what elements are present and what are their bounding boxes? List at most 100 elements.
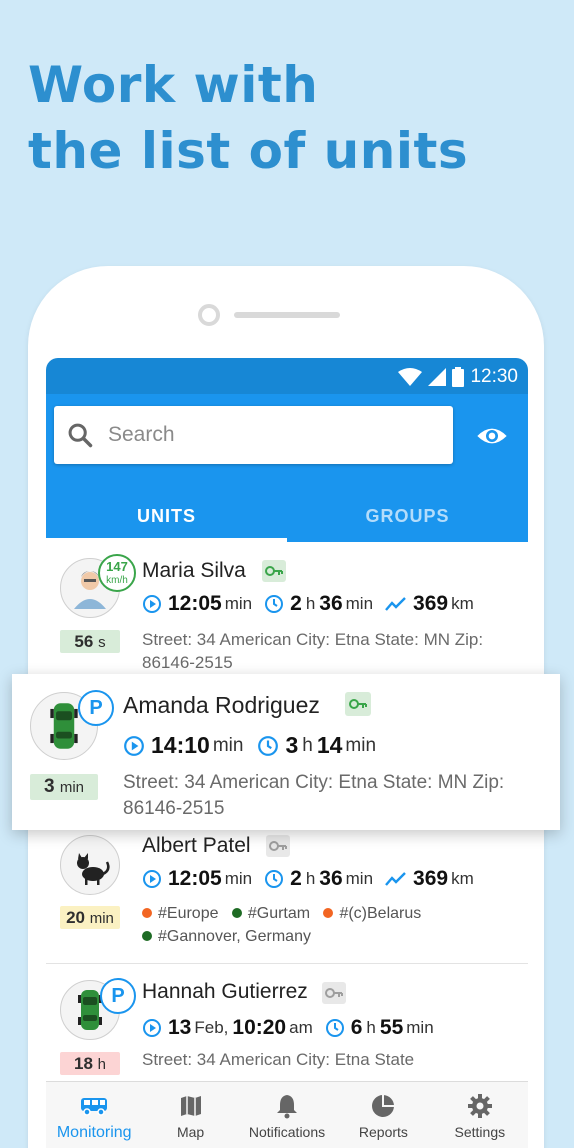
- time-chip-value: 20: [66, 908, 85, 927]
- wifi-icon: [398, 368, 423, 386]
- trend-icon: [385, 597, 406, 611]
- pie-chart-icon: [372, 1095, 395, 1117]
- nav-label: Monitoring: [56, 1124, 132, 1141]
- last-message-time: 14:10: [151, 732, 210, 758]
- unit-metrics: 12:05 min 2 h 36 min 369 km: [142, 867, 474, 891]
- clock-icon: [258, 735, 279, 756]
- tag: #(c)Belarus: [323, 905, 421, 922]
- nav-label: Settings: [454, 1124, 506, 1140]
- tag-label: #Gannover, Germany: [158, 928, 311, 945]
- search-placeholder: Search: [108, 423, 175, 446]
- speed-unit: km/h: [106, 575, 128, 586]
- key-icon: [345, 692, 371, 716]
- address-line-1: Street: 34 American City: Etna State: MN…: [142, 630, 484, 649]
- tag-dot: [231, 908, 242, 918]
- unit-card-amanda-rodriguez[interactable]: P 3 min Amanda Rodriguez 14:10 min 3 h 1…: [12, 674, 560, 830]
- duration-minutes: 36: [319, 592, 343, 615]
- duration-minutes: 55: [379, 1016, 404, 1039]
- duration-hours: 3: [285, 732, 299, 758]
- time-chip-unit: min: [59, 779, 85, 796]
- address-line-1: Street: 34 American City: Etna State: [142, 1050, 415, 1069]
- time-chip-unit: s: [98, 634, 106, 651]
- parking-badge: P: [100, 978, 136, 1014]
- duration-hours-unit: h: [302, 734, 313, 756]
- unit-name: Amanda Rodriguez: [123, 692, 320, 718]
- nav-settings[interactable]: Settings: [432, 1082, 528, 1148]
- unit-card-maria-silva[interactable]: 147 km/h 56 s Maria Silva 12:05 min 2 h …: [46, 542, 528, 674]
- search-icon: [68, 423, 93, 448]
- last-message-time: 12:05: [168, 867, 222, 890]
- trend-icon: [385, 872, 406, 886]
- truck-icon: [81, 1098, 108, 1116]
- duration-minutes: 14: [316, 732, 343, 758]
- duration-hours-unit: h: [305, 594, 316, 613]
- address-line-2: 86146-2515: [142, 653, 233, 672]
- time-chip: 56 s: [60, 630, 120, 653]
- unit-tags: #Europe #Gurtam #(c)Belarus #Gannover, G…: [142, 902, 421, 948]
- last-message-unit: min: [224, 594, 253, 613]
- tab-groups[interactable]: GROUPS: [287, 490, 528, 542]
- duration-hours: 6: [350, 1016, 363, 1039]
- unit-address: Street: 34 American City: Etna State: MN…: [142, 628, 483, 674]
- unit-metrics: 13 Feb, 10:20 am 6 h 55 min: [142, 1016, 434, 1040]
- address-line-1: Street: 34 American City: Etna State: MN…: [123, 772, 505, 793]
- tag-dot: [142, 908, 152, 918]
- unit-metrics: 14:10 min 3 h 14 min: [123, 732, 376, 759]
- status-time: 12:30: [470, 366, 518, 387]
- parking-badge: P: [78, 690, 114, 726]
- duration-hours-unit: h: [366, 1018, 376, 1037]
- nav-notifications[interactable]: Notifications: [239, 1082, 335, 1148]
- unit-name: Hannah Gutierrez: [142, 980, 308, 1003]
- duration-minutes-unit: min: [345, 734, 377, 756]
- unit-name: Maria Silva: [142, 559, 246, 582]
- nav-reports[interactable]: Reports: [335, 1082, 431, 1148]
- tab-bar: UNITS GROUPS: [46, 490, 528, 542]
- bottom-navigation: Monitoring Map Notifications Reports Set…: [46, 1081, 528, 1148]
- headline-line-1: Work with: [28, 56, 319, 114]
- gear-icon: [467, 1094, 492, 1118]
- speed-badge: 147 km/h: [98, 554, 136, 592]
- map-icon: [180, 1096, 201, 1116]
- last-message-unit: min: [224, 869, 253, 888]
- play-circle-icon: [143, 870, 161, 888]
- cat-icon: [60, 835, 120, 895]
- mileage-unit: km: [451, 869, 474, 888]
- last-message-day: 13: [168, 1016, 192, 1039]
- address-line-2: 86146-2515: [123, 798, 225, 819]
- time-chip: 20 min: [60, 906, 120, 929]
- tag-label: #Gurtam: [247, 905, 311, 922]
- tab-units[interactable]: UNITS: [46, 490, 287, 542]
- unit-address: Street: 34 American City: Etna State: MN…: [123, 770, 504, 822]
- unit-address: Street: 34 American City: Etna State: [142, 1048, 414, 1071]
- unit-card-albert-patel[interactable]: 20 min Albert Patel 12:05 min 2 h 36 min…: [46, 830, 528, 964]
- search-input[interactable]: Search: [54, 406, 453, 464]
- nav-map[interactable]: Map: [142, 1082, 238, 1148]
- unit-card-hannah-gutierrez[interactable]: P 18 h Hannah Gutierrez 13 Feb, 10:20 am…: [46, 964, 528, 1082]
- key-icon: [322, 982, 346, 1004]
- eye-icon[interactable]: [476, 420, 508, 452]
- signal-icon: [428, 368, 447, 386]
- nav-label: Notifications: [248, 1124, 326, 1140]
- mileage-unit: km: [451, 594, 474, 613]
- speed-value: 147: [106, 559, 128, 574]
- nav-monitoring[interactable]: Monitoring: [46, 1082, 142, 1148]
- duration-minutes: 36: [319, 867, 343, 890]
- bell-icon: [277, 1095, 298, 1119]
- clock-icon: [265, 595, 284, 613]
- last-message-unit: min: [212, 734, 244, 756]
- unit-name: Albert Patel: [142, 834, 251, 857]
- tag-dot: [323, 908, 334, 918]
- time-chip-value: 56: [74, 632, 94, 651]
- duration-hours: 2: [290, 867, 302, 890]
- duration-hours-unit: h: [305, 869, 316, 888]
- key-icon: [266, 835, 290, 857]
- unit-metrics: 12:05 min 2 h 36 min 369 km: [142, 592, 474, 616]
- headline: Work with the list of units: [28, 52, 468, 184]
- time-chip-unit: h: [97, 1056, 106, 1073]
- tag-dot: [142, 931, 152, 941]
- headline-line-2: the list of units: [28, 122, 469, 180]
- time-chip-unit: min: [89, 910, 114, 927]
- clock-icon: [265, 870, 284, 888]
- duration-minutes-unit: min: [406, 1018, 434, 1037]
- phone-speaker: [234, 312, 340, 318]
